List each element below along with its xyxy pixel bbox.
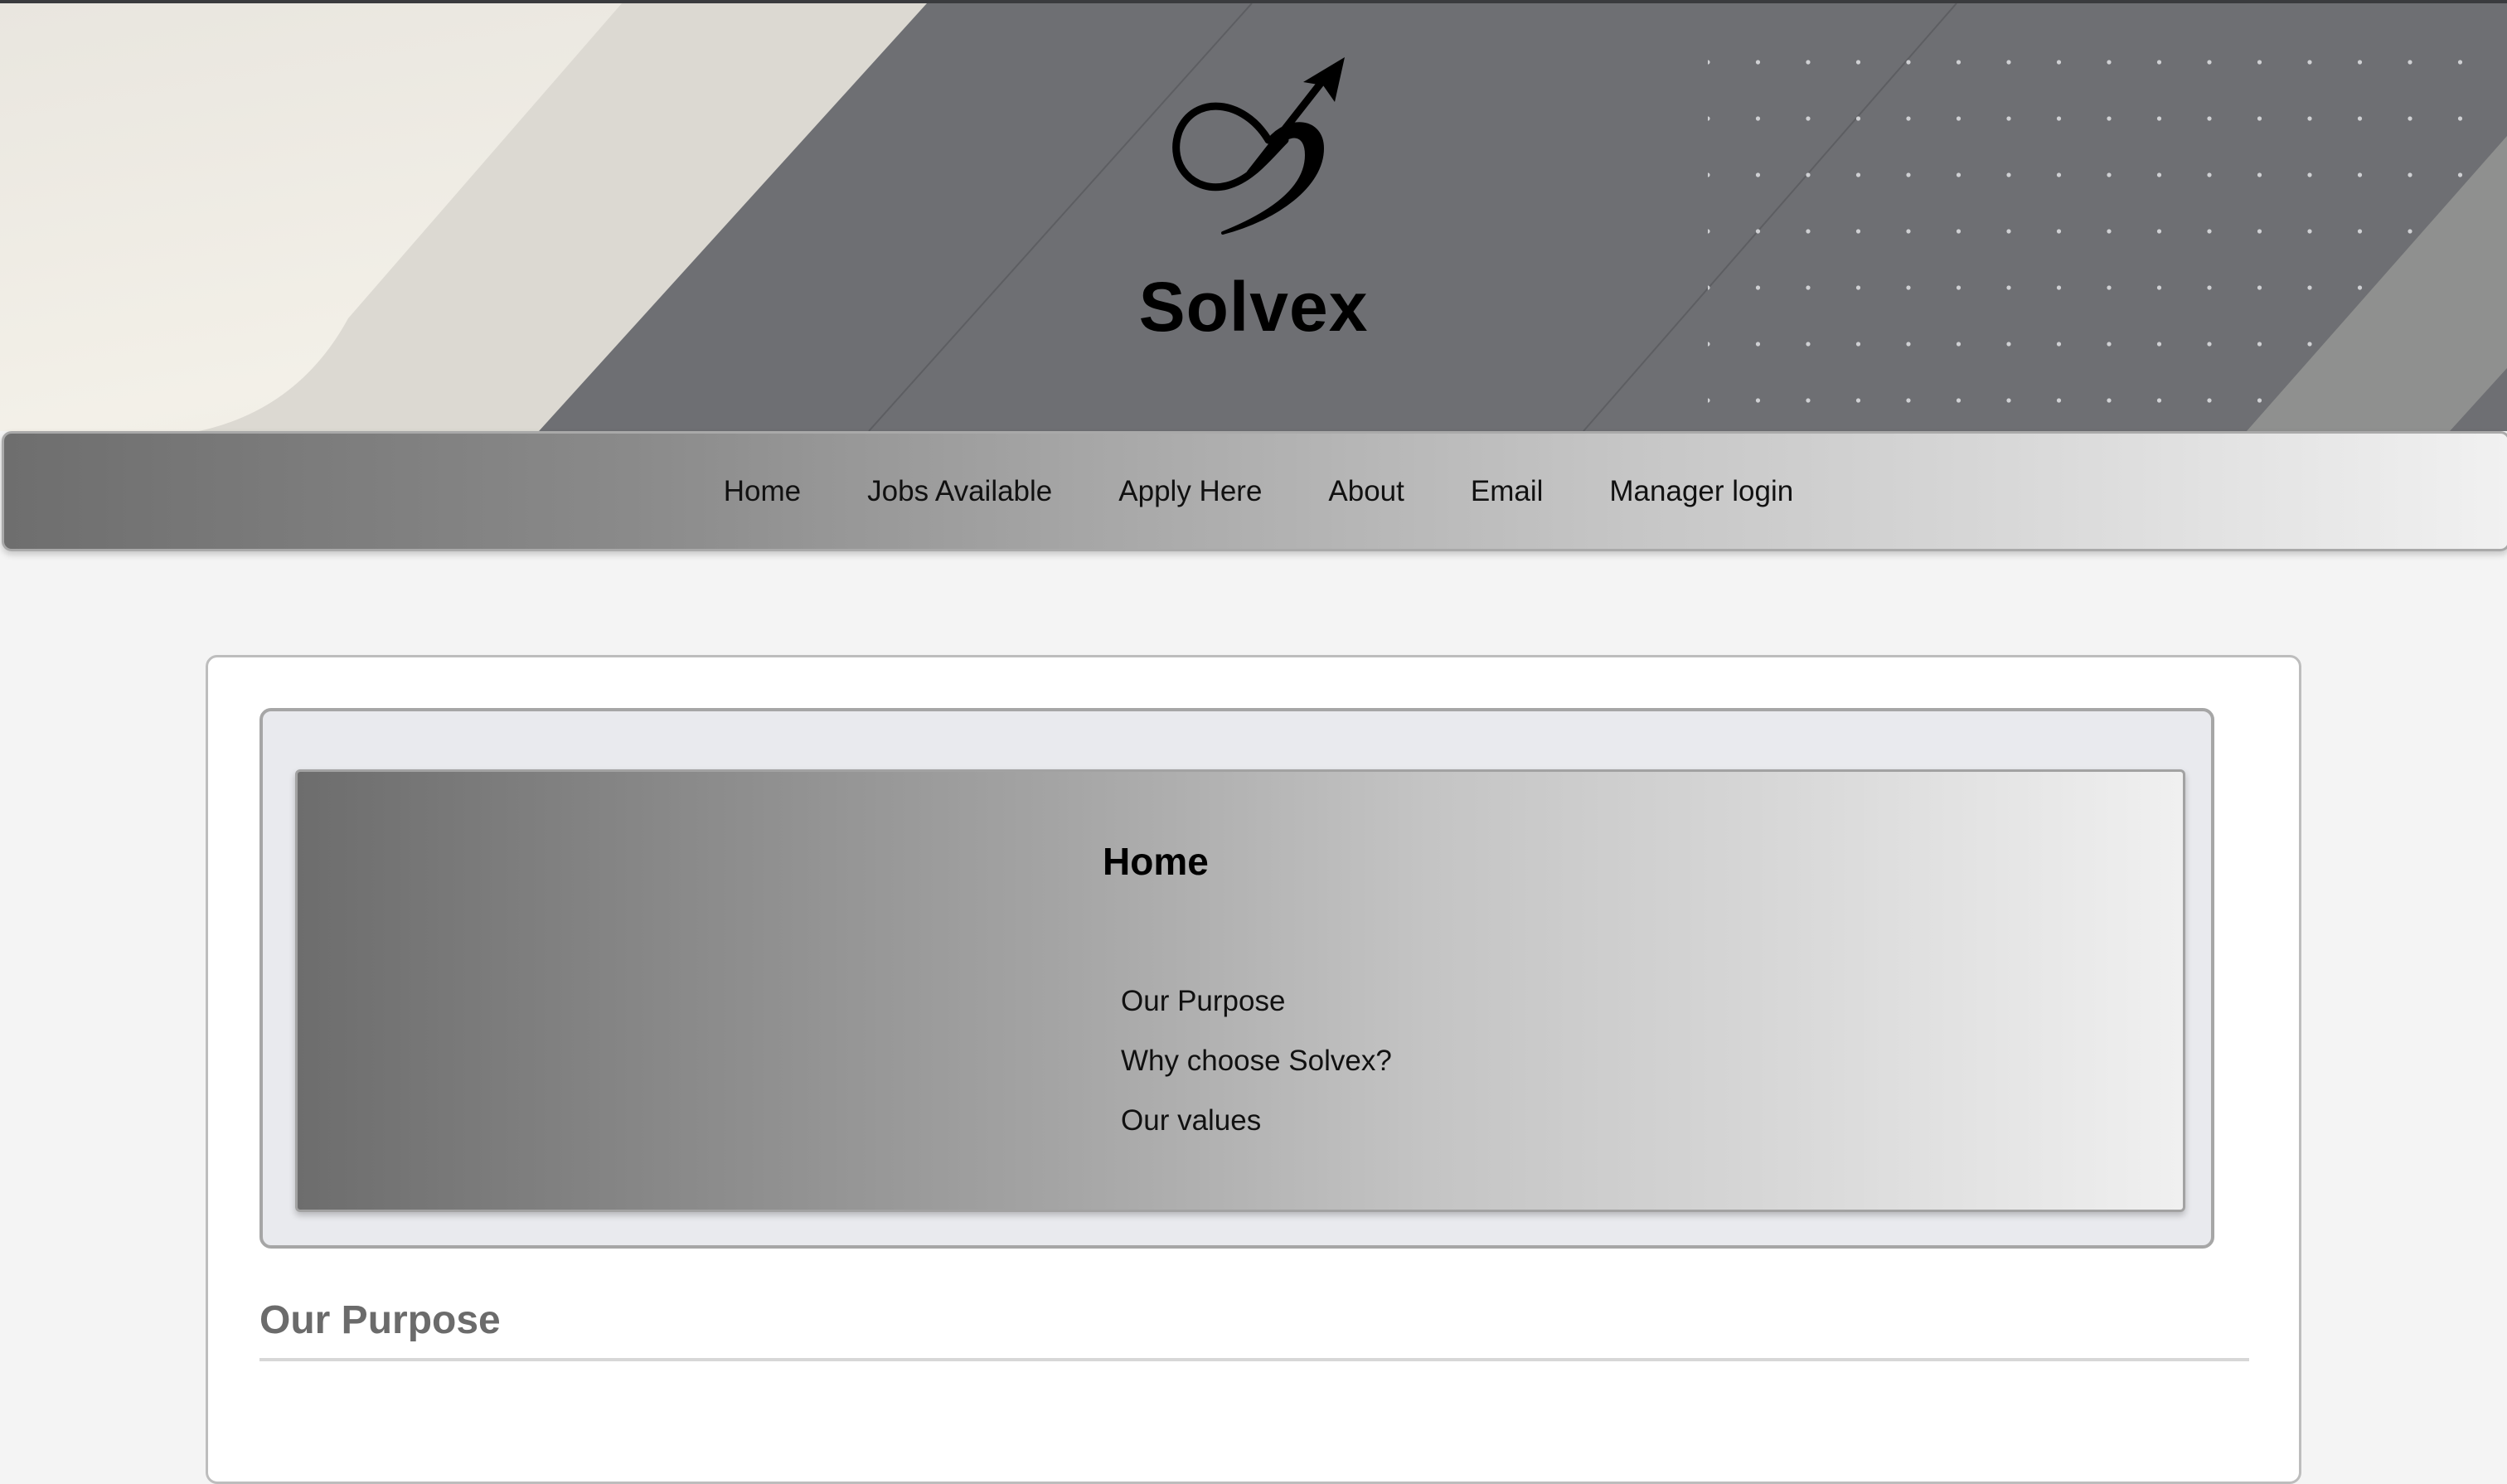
nav-item-manager-login[interactable]: Manager login xyxy=(1609,475,1793,508)
brand-logo[interactable] xyxy=(1144,49,1360,248)
toc-link-our-purpose[interactable]: Our Purpose xyxy=(1121,980,1392,1040)
nav-item-email[interactable]: Email xyxy=(1471,475,1544,508)
main-navigation: Home Jobs Available Apply Here About Ema… xyxy=(2,431,2507,551)
nav-item-home[interactable]: Home xyxy=(724,475,801,508)
nav-item-jobs-available[interactable]: Jobs Available xyxy=(867,475,1052,508)
toc-list: Our Purpose Why choose Solvex? Our value… xyxy=(1121,980,1392,1159)
toc-title: Home xyxy=(1103,840,1209,883)
brand-name: Solvex xyxy=(1138,268,1369,346)
toc-link-why-choose-solvex[interactable]: Why choose Solvex? xyxy=(1121,1040,1392,1099)
nav-item-apply-here[interactable]: Apply Here xyxy=(1118,475,1262,508)
toc-link-our-values[interactable]: Our values xyxy=(1121,1099,1392,1159)
infinity-arrow-logo-icon xyxy=(1172,57,1345,235)
section-divider xyxy=(259,1358,2249,1361)
nav-list: Home Jobs Available Apply Here About Ema… xyxy=(691,475,1826,508)
nav-item-about[interactable]: About xyxy=(1328,475,1404,508)
section-heading-our-purpose: Our Purpose xyxy=(259,1298,501,1342)
header-banner: Solvex xyxy=(0,3,2507,431)
